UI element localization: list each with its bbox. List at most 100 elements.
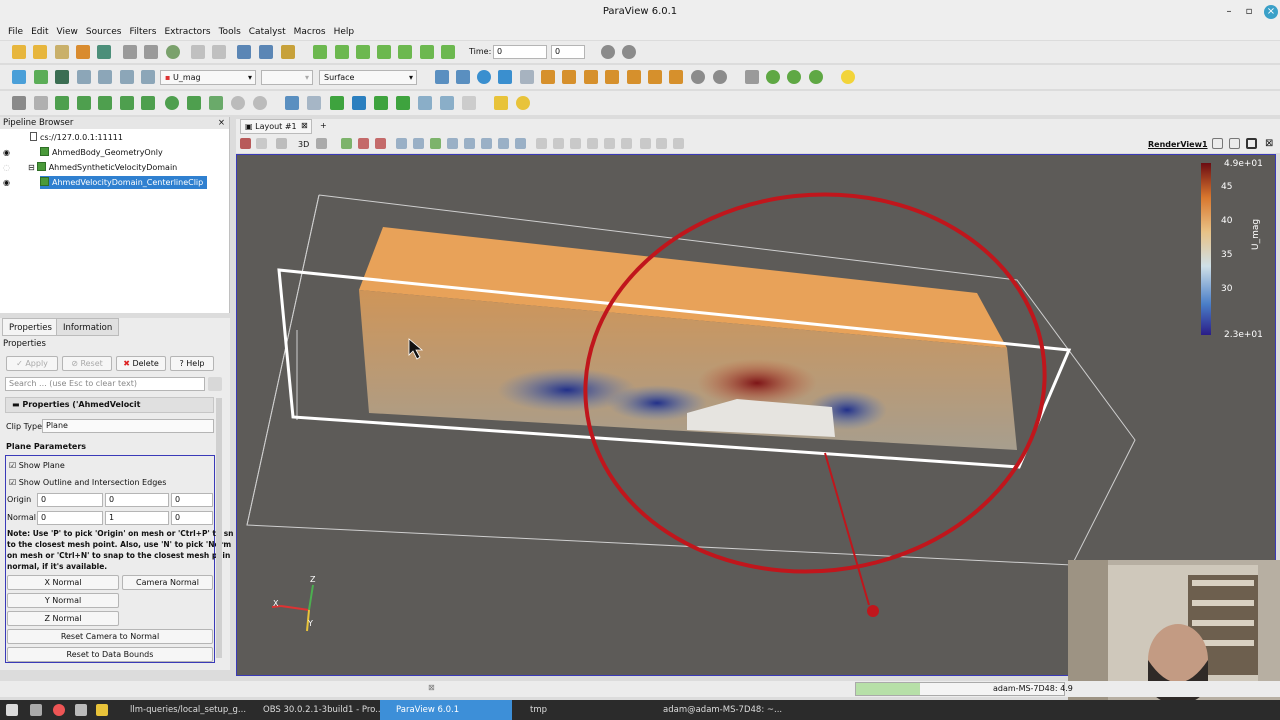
view-toolbar-icon[interactable] [481, 138, 492, 149]
menu-file[interactable]: File [4, 25, 27, 39]
load-state-icon[interactable] [97, 45, 111, 59]
view-toolbar-icon[interactable] [570, 138, 581, 149]
properties-scrollbar[interactable] [216, 398, 222, 658]
view-camera-icon[interactable] [240, 138, 251, 149]
glyph-icon[interactable] [141, 96, 155, 110]
programmable-filter-icon[interactable] [462, 96, 476, 110]
view-toolbar-icon[interactable] [358, 138, 369, 149]
wand-icon[interactable] [281, 45, 295, 59]
auto-apply-icon[interactable] [166, 45, 180, 59]
show-outline-checkbox[interactable]: ☑ Show Outline and Intersection Edges [9, 478, 166, 487]
ruler-icon[interactable] [494, 96, 508, 110]
interaction-mode-icon[interactable] [520, 70, 534, 84]
menu-sources[interactable]: Sources [82, 25, 126, 39]
representation-select[interactable]: Surface [319, 70, 417, 85]
normal-x-input[interactable]: 0 [37, 511, 103, 525]
save-data-icon[interactable] [55, 45, 69, 59]
extract-subset-icon[interactable] [120, 96, 134, 110]
view-toolbar-icon[interactable] [656, 138, 667, 149]
loop-icon[interactable] [441, 45, 455, 59]
menu-view[interactable]: View [53, 25, 82, 39]
view-toolbar-icon[interactable] [498, 138, 509, 149]
presets-icon[interactable] [141, 70, 155, 84]
plot-data-icon[interactable] [396, 96, 410, 110]
y-normal-button[interactable]: Y Normal [7, 593, 119, 608]
pipeline-item-geometry[interactable]: AhmedBody_GeometryOnly [40, 146, 163, 159]
reset-button[interactable]: ⊘ Reset [62, 356, 112, 371]
normal-z-input[interactable]: 0 [171, 511, 213, 525]
undo-icon[interactable] [191, 45, 205, 59]
timestep-input[interactable]: 0 [551, 45, 585, 59]
redo-icon[interactable] [212, 45, 226, 59]
taskbar-item-obs[interactable]: OBS 30.0.2.1-3build1 - Pro... [247, 700, 383, 720]
panel-close-icon[interactable]: × [218, 117, 225, 129]
properties-search-input[interactable]: Search ... (use Esc to clear text) [5, 377, 205, 391]
warp-icon[interactable] [187, 96, 201, 110]
view-toolbar-icon[interactable] [447, 138, 458, 149]
help-button[interactable]: ? Help [170, 356, 214, 371]
close-view-icon[interactable]: ⊠ [1265, 138, 1273, 149]
zoom-to-data-icon[interactable] [477, 70, 491, 84]
previous-frame-icon[interactable] [335, 45, 349, 59]
x-normal-button[interactable]: X Normal [7, 575, 119, 590]
save-state-icon[interactable] [76, 45, 90, 59]
close-tab-icon[interactable]: ⊠ [301, 121, 308, 130]
integrate-variables-icon[interactable] [352, 96, 366, 110]
status-close-icon[interactable]: ⊠ [428, 683, 435, 692]
visibility-eye-icon[interactable]: ◉ [3, 148, 10, 157]
center-axes-icon[interactable] [787, 70, 801, 84]
delete-button[interactable]: ✖ Delete [116, 356, 166, 371]
tab-properties[interactable]: Properties [2, 318, 59, 336]
taskbar-item-tmp[interactable]: tmp [514, 700, 642, 720]
menu-filters[interactable]: Filters [125, 25, 160, 39]
view-plus-z-icon[interactable] [627, 70, 641, 84]
browser-icon[interactable] [53, 704, 65, 716]
calculator-icon[interactable] [12, 96, 26, 110]
zoom-data-icon[interactable] [622, 45, 636, 59]
minimize-icon[interactable]: – [1222, 5, 1236, 19]
show-desktop-icon[interactable] [30, 704, 42, 716]
isometric-view-icon[interactable] [669, 70, 683, 84]
start-menu-icon[interactable] [6, 704, 18, 716]
view-minus-z-icon[interactable] [648, 70, 662, 84]
view-toolbar-icon[interactable] [604, 138, 615, 149]
reverse-play-icon[interactable] [356, 45, 370, 59]
time-value-input[interactable]: 0 [493, 45, 547, 59]
normal-y-input[interactable]: 1 [105, 511, 169, 525]
reset-camera-normal-button[interactable]: Reset Camera to Normal [7, 629, 213, 644]
camera-normal-button[interactable]: Camera Normal [122, 575, 213, 590]
split-vertical-icon[interactable] [1229, 138, 1240, 149]
view-toolbar-icon[interactable] [256, 138, 267, 149]
view-toolbar-icon[interactable] [553, 138, 564, 149]
next-frame-icon[interactable] [398, 45, 412, 59]
last-frame-icon[interactable] [420, 45, 434, 59]
taskbar-item-paraview[interactable]: ParaView 6.0.1 [380, 700, 512, 720]
apps-icon[interactable] [75, 704, 87, 716]
origin-y-input[interactable]: 0 [105, 493, 169, 507]
properties-section-header[interactable]: ▬ Properties ('AhmedVelocit [5, 397, 214, 413]
zoom-icon[interactable] [601, 45, 615, 59]
origin-x-input[interactable]: 0 [37, 493, 103, 507]
menu-catalyst[interactable]: Catalyst [245, 25, 290, 39]
taskbar-item-browser[interactable]: llm-queries/local_setup_g... [114, 700, 246, 720]
rescale-icon[interactable] [34, 70, 48, 84]
rotate-cw-icon[interactable] [691, 70, 705, 84]
view-plus-y-icon[interactable] [584, 70, 598, 84]
pipeline-item-centerline-clip[interactable]: AhmedVelocityDomain_CenterlineClip [40, 176, 208, 189]
pick-center-icon[interactable] [809, 70, 823, 84]
open-file-icon[interactable] [12, 45, 26, 59]
origin-z-input[interactable]: 0 [171, 493, 213, 507]
file-manager-icon[interactable] [96, 704, 108, 716]
view-toolbar-icon[interactable] [413, 138, 424, 149]
reset-camera-icon[interactable] [435, 70, 449, 84]
rescale-temporal-icon[interactable] [98, 70, 112, 84]
menu-extractors[interactable]: Extractors [160, 25, 214, 39]
view-toolbar-icon[interactable] [276, 138, 287, 149]
view-minus-x-icon[interactable] [562, 70, 576, 84]
visibility-eye-icon[interactable]: ◉ [3, 178, 10, 187]
rescale-visible-icon[interactable] [77, 70, 91, 84]
contour-icon[interactable] [34, 96, 48, 110]
view-toolbar-icon[interactable] [464, 138, 475, 149]
server-node[interactable]: cs://127.0.0.1:11111 [30, 131, 123, 144]
view-toolbar-icon[interactable] [587, 138, 598, 149]
